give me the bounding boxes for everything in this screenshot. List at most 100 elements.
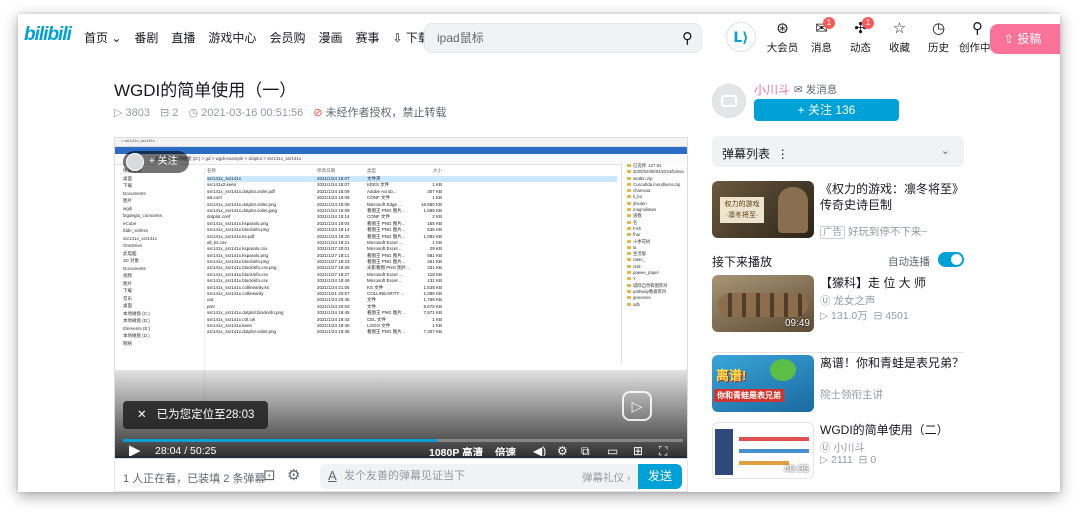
progress-fill [123, 439, 437, 442]
dynamic-button[interactable]: ✣ 1 动态 [842, 17, 879, 55]
play-count-icon: ▷ [114, 106, 123, 119]
views-icon: ▷ [820, 310, 831, 322]
viewer-count: 1 人正在看，已装填 2 条弹幕 [123, 473, 266, 485]
thumb-track-2 [739, 449, 809, 453]
video-player[interactable]: > ssr141x_ssr141x 此电脑 > 本地磁盘 (D:) > gd >… [114, 137, 688, 459]
video-card-up[interactable]: 院士领衔主讲 [820, 387, 883, 402]
message-button[interactable]: ✉ 1 消息 [803, 17, 840, 55]
ad-thumbnail[interactable]: 权力的游戏 ·凛冬将至· [712, 181, 814, 238]
player-follow-button[interactable]: + 关注 [123, 151, 189, 173]
close-icon[interactable]: ✕ [137, 409, 147, 421]
danmaku-toggle-icon[interactable]: ⊡ [263, 466, 276, 484]
more-icon[interactable]: ⋮ [777, 147, 789, 161]
explorer-right-item: sdb [622, 302, 687, 308]
nav-anime[interactable]: 番剧 [134, 29, 158, 46]
danmaku-settings-icon[interactable]: ⚙ [287, 466, 300, 484]
nav-mall[interactable]: 会员购 [269, 29, 305, 46]
video-thumbnail[interactable]: 09:49 [712, 275, 814, 332]
danmaku-list-panel[interactable]: 弹幕列表 ⋮ ⌄ [712, 136, 964, 167]
explorer-sidebar-item: 视频 [123, 273, 132, 278]
nav-manga[interactable]: 漫画 [318, 29, 342, 46]
video-card-up[interactable]: Ⓤ 龙女之声 [820, 293, 875, 308]
search-input[interactable] [425, 24, 655, 52]
video-card-title[interactable]: 离谱！你和青蛙是表兄弟？ [820, 355, 964, 371]
folder-icon [627, 182, 631, 186]
explorer-sidebar-item: fdde_sinfera [123, 228, 148, 233]
recommend-video-card[interactable]: 40:05 WGDI的简单使用（二） Ⓤ 小川斗 ▷ 2111 ⊟ 0 [712, 422, 964, 486]
dynamic-badge: 1 [862, 17, 874, 29]
danmaku-input-box: A 弹幕礼仪 › 发送 [320, 464, 682, 489]
header-right-icons: ⊛ 大会员 ✉ 1 消息 ✣ 1 动态 ☆ 收藏 ◷ 历史 ⚲ 创作中心 [764, 17, 1001, 55]
folder-icon [627, 201, 631, 205]
explorer-sidebar-item: bigdegla_consortes [123, 213, 163, 218]
history-button[interactable]: ◷ 历史 [920, 20, 957, 55]
explorer-sidebar-item: 网络 [123, 340, 132, 346]
explorer-address-bar: 此电脑 > 本地磁盘 (D:) > gd > wgdi-example > do… [115, 154, 687, 165]
ad-thumb-figure [778, 187, 808, 233]
uploader-name[interactable]: 小川斗 [754, 81, 790, 98]
uploader-avatar[interactable] [712, 84, 746, 118]
search-icon[interactable]: ⚲ [682, 29, 693, 47]
video-card-views: 2111 [831, 454, 853, 466]
progress-bar[interactable] [123, 439, 683, 442]
danmaku-input[interactable] [344, 466, 564, 486]
video-duration: 09:49 [784, 318, 810, 329]
chevron-down-icon[interactable]: ⌄ [941, 144, 950, 157]
explorer-sidebar-item: 图片 [123, 280, 132, 286]
folder-icon [627, 233, 631, 237]
next-up-header: 接下来播放 自动连播 [712, 250, 964, 270]
nav-game-center[interactable]: 游戏中心 [208, 29, 256, 46]
explorer-file-cell: 2021/1/24 19:36 [317, 329, 350, 335]
explorer-file-cell: 看图王 PNG 图片... [367, 329, 406, 335]
explorer-file-row: ssr141x_ssr141x.dotplot.order.png 2021/1/… [207, 329, 617, 335]
danmaku-style-icon[interactable]: A [328, 468, 337, 483]
favorites-label: 收藏 [889, 42, 910, 54]
explorer-sidebar-item: 下载 [123, 288, 132, 293]
follow-button[interactable]: + 关注 136 [754, 99, 899, 121]
upload-button[interactable]: ⇧ 投稿 [990, 24, 1060, 54]
ad-title[interactable]: 《权力的游戏：凛冬将至》传奇史诗巨制 [820, 181, 964, 213]
recommend-video-card[interactable]: 离谱! 你和青蛙是表兄弟 离谱！你和青蛙是表兄弟？ 院士领衔主讲 [712, 355, 964, 412]
send-message-label: 发消息 [805, 84, 838, 96]
explorer-sidebar-item: Elements (E:) [123, 325, 151, 331]
mail-icon: ✉ [794, 84, 806, 96]
video-card-up[interactable]: Ⓤ 小川斗 [820, 440, 865, 455]
thumb-track-3 [739, 461, 789, 465]
send-button[interactable]: 发送 [638, 464, 682, 489]
views-icon: ▷ [820, 454, 831, 466]
favorites-button[interactable]: ☆ 收藏 [881, 20, 918, 55]
frog-icon [770, 359, 796, 381]
upload-label: 投稿 [1017, 32, 1042, 46]
vip-label: 大会员 [766, 42, 799, 54]
bilibili-logo[interactable]: bilibili [24, 24, 72, 46]
autoplay-label: 自动连播 [888, 256, 930, 268]
video-card-title[interactable]: WGDI的简单使用（二） [820, 422, 964, 438]
ad-card[interactable]: 权力的游戏 ·凛冬将至· 《权力的游戏：凛冬将至》传奇史诗巨制 广告 好玩到停不… [712, 181, 964, 241]
video-thumbnail[interactable]: 离谱! 你和青蛙是表兄弟 [712, 355, 814, 412]
thumb-track-1 [739, 437, 809, 441]
player-follow-label: + 关注 [149, 156, 178, 167]
vip-button[interactable]: ⊛ 大会员 [764, 20, 801, 55]
nav-esports[interactable]: 赛事 [355, 29, 379, 46]
folder-icon [627, 258, 631, 262]
explorer-sidebar-item: 桌面 [123, 303, 132, 308]
danmaku-etiquette-link[interactable]: 弹幕礼仪 › [582, 470, 630, 485]
recommend-video-card[interactable]: 09:49 【獴科】走 位 大 师 Ⓤ 龙女之声 ▷ 131.0万 ⊟ 4501 [712, 275, 964, 332]
nav-live[interactable]: 直播 [171, 29, 195, 46]
video-card-danmaku: 0 [870, 454, 877, 466]
danmaku-count-value: 2 [172, 106, 179, 119]
video-card-title[interactable]: 【獴科】走 位 大 师 [820, 275, 964, 291]
explorer-sidebar-item: 本地磁盘 (D:) [123, 333, 150, 338]
folder-icon [627, 220, 631, 224]
video-card-up-name: 龙女之声 [833, 295, 876, 307]
video-thumbnail[interactable]: 40:05 [712, 422, 814, 479]
explorer-sidebar-item: 3D 对象 [123, 258, 140, 263]
folder-icon [627, 264, 631, 268]
explorer-sidebar-item: wgdi [123, 205, 133, 211]
send-message-link[interactable]: ✉ 发消息 [794, 82, 837, 97]
autoplay-toggle[interactable] [938, 252, 964, 267]
user-avatar[interactable]: ᒪ⟩ [726, 22, 756, 52]
divider [712, 352, 964, 353]
explorer-sidebar-item: 本地磁盘 (D:) [123, 318, 150, 323]
nav-home[interactable]: 首页 ⌄ [84, 29, 121, 46]
